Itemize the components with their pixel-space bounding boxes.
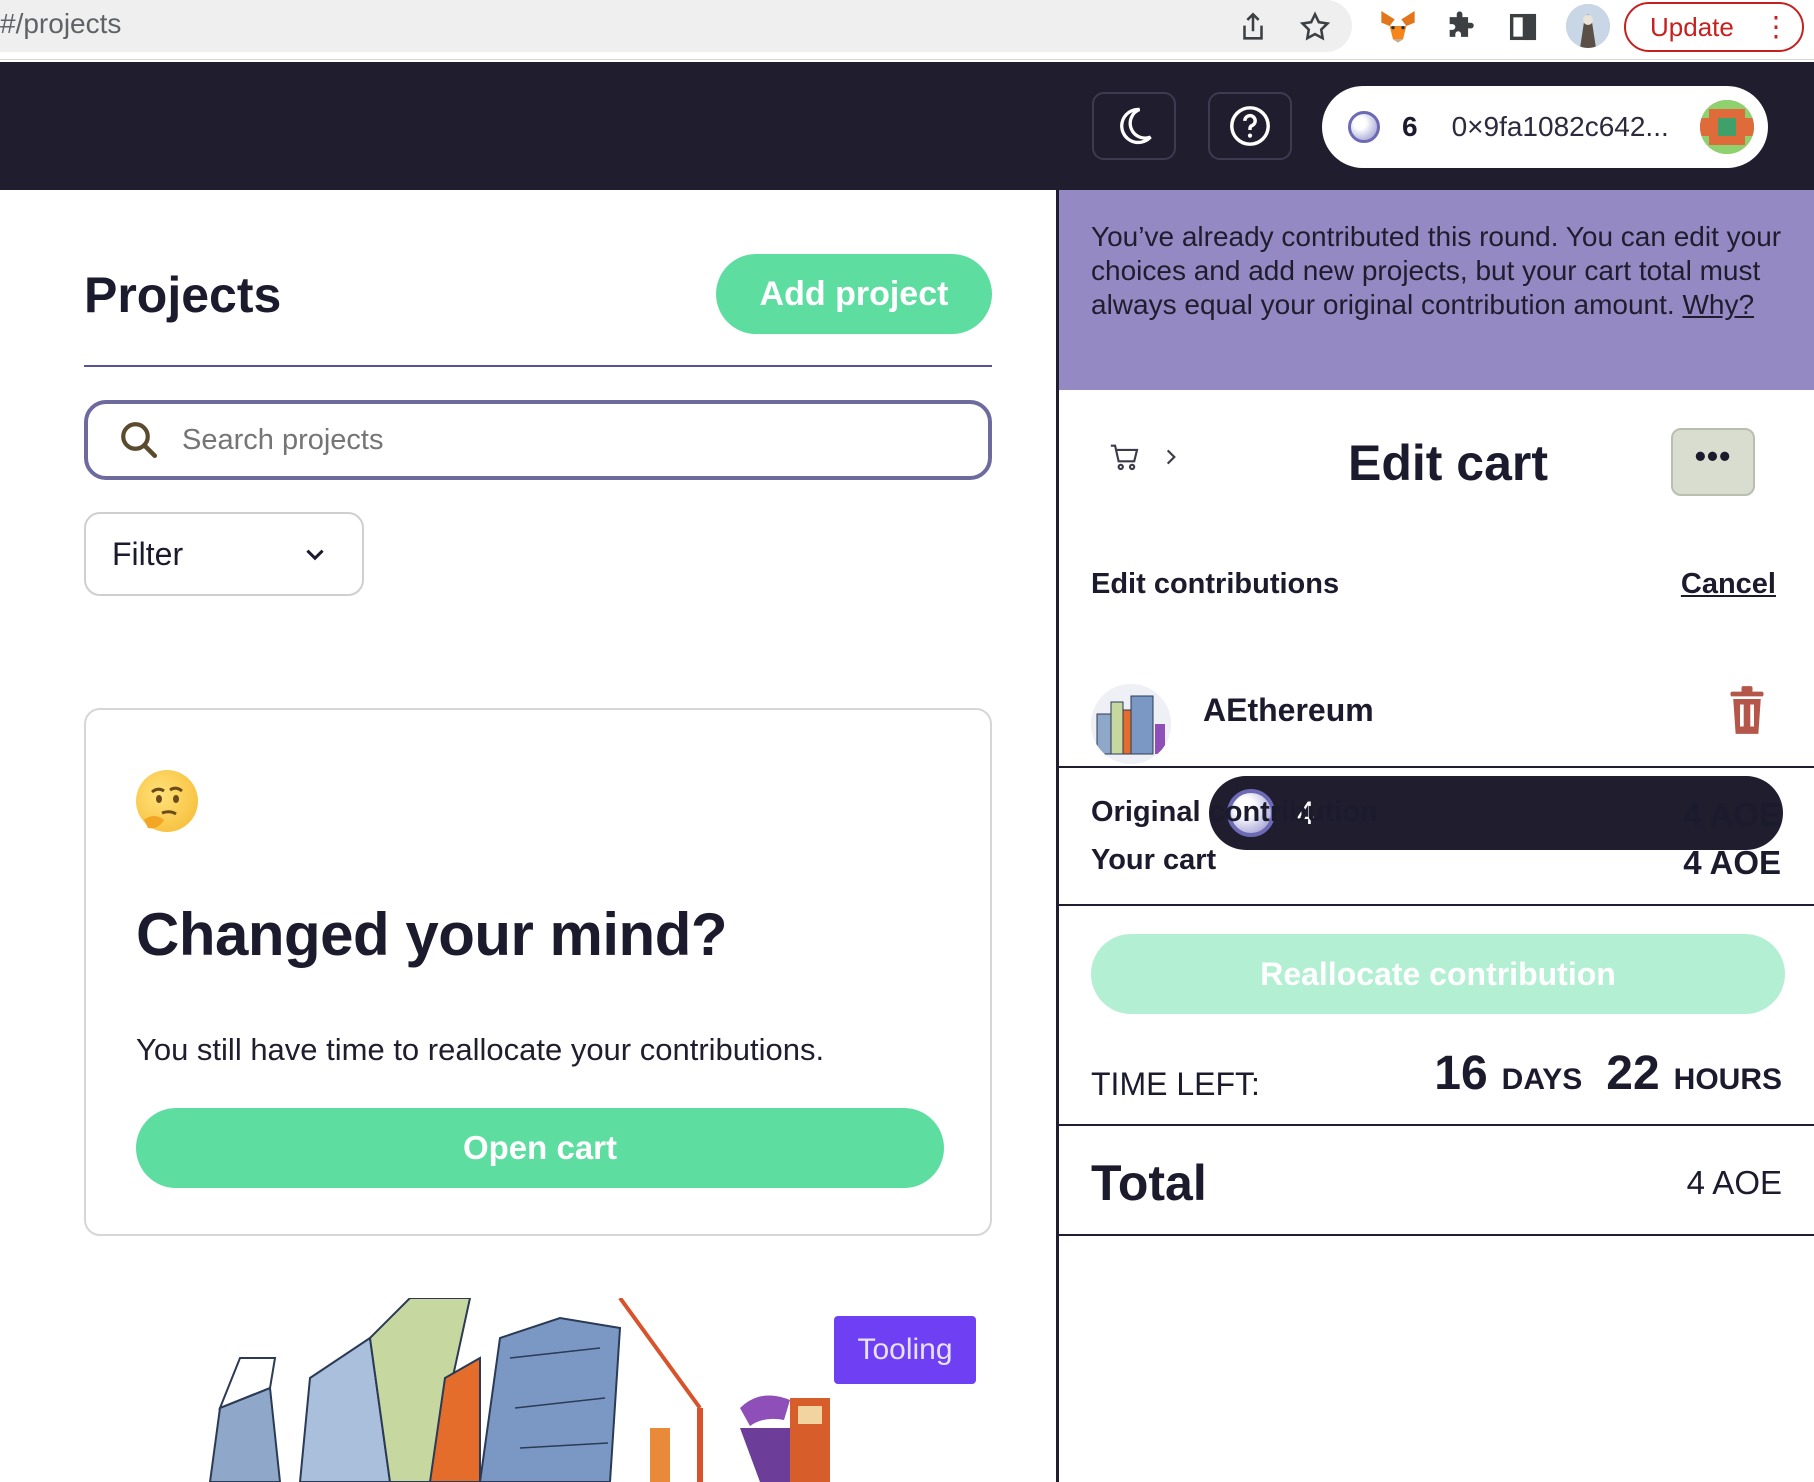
browser-update-button[interactable]: Update ⋮: [1624, 2, 1804, 52]
more-vert-icon: ⋮: [1762, 11, 1790, 42]
profile-avatar[interactable]: [1566, 4, 1610, 48]
divider: [1059, 1124, 1814, 1126]
bookmark-star-icon[interactable]: [1298, 10, 1332, 44]
wallet-address: 0×9fa1082c642...: [1451, 111, 1669, 142]
more-options-button[interactable]: •••: [1671, 428, 1755, 496]
cart-panel: You’ve already contributed this round. Y…: [1056, 190, 1814, 1482]
wallet-button[interactable]: 6 0×9fa1082c642...: [1322, 86, 1768, 168]
changed-mind-card: Changed your mind? You still have time t…: [84, 708, 992, 1236]
cart-item-name: AEthereum: [1203, 692, 1374, 728]
card-title: Changed your mind?: [136, 901, 728, 968]
notice-text: You’ve already contributed this round. Y…: [1091, 221, 1782, 320]
page-title: Projects: [84, 267, 282, 323]
token-icon: [1348, 111, 1380, 143]
your-cart-label: Your cart: [1091, 844, 1217, 876]
hours-unit: HOURS: [1673, 1063, 1782, 1096]
address-bar[interactable]: #/projects: [0, 0, 1352, 52]
filter-dropdown[interactable]: Filter: [84, 512, 364, 596]
browser-toolbar: #/projects Update ⋮: [0, 0, 1814, 60]
moon-icon: [1120, 107, 1152, 145]
wallet-balance: 6: [1402, 111, 1418, 142]
search-icon: [121, 422, 158, 459]
total-label: Total: [1091, 1155, 1207, 1211]
help-button[interactable]: [1208, 92, 1292, 160]
app-header: 6 0×9fa1082c642...: [0, 62, 1814, 190]
divider: [1059, 1234, 1814, 1236]
dark-mode-toggle[interactable]: [1092, 92, 1176, 160]
title-divider: [84, 365, 992, 367]
divider: [1059, 904, 1814, 906]
filter-label: Filter: [112, 535, 184, 572]
why-link[interactable]: Why?: [1682, 289, 1754, 320]
extensions-puzzle-icon[interactable]: [1444, 10, 1478, 44]
cancel-link[interactable]: Cancel: [1681, 568, 1776, 601]
time-left-countdown: 16 DAYS 22 HOURS: [1434, 1046, 1782, 1101]
edit-contributions-label: Edit contributions: [1091, 568, 1340, 600]
original-contribution-row: Original contribution 4 AOE: [1091, 796, 1781, 834]
total-value: 4 AOE: [1686, 1164, 1782, 1201]
your-cart-row: Your cart 4 AOE: [1091, 844, 1781, 882]
share-icon[interactable]: [1236, 10, 1270, 44]
thinking-face-icon: [136, 770, 198, 832]
search-field[interactable]: [84, 400, 992, 480]
chevron-down-icon: [306, 549, 324, 561]
original-contribution-value: 4 AOE: [1683, 796, 1781, 833]
trash-icon[interactable]: [1725, 684, 1769, 736]
search-input[interactable]: [182, 423, 882, 457]
divider: [1059, 766, 1814, 768]
original-contribution-label: Original contribution: [1091, 796, 1378, 828]
update-label: Update: [1650, 11, 1734, 42]
your-cart-value: 4 AOE: [1683, 844, 1781, 881]
days-value: 16: [1434, 1047, 1488, 1100]
question-circle-icon: [1230, 106, 1270, 146]
contribution-notice: You’ve already contributed this round. Y…: [1059, 190, 1814, 390]
category-badge: Tooling: [834, 1316, 976, 1384]
open-cart-button[interactable]: Open cart: [136, 1108, 944, 1188]
metamask-fox-icon[interactable]: [1378, 6, 1418, 46]
time-left-label: TIME LEFT:: [1091, 1066, 1260, 1102]
url-text[interactable]: #/projects: [0, 8, 121, 40]
days-unit: DAYS: [1501, 1063, 1583, 1096]
card-text: You still have time to reallocate your c…: [136, 1032, 825, 1067]
side-panel-icon[interactable]: [1506, 10, 1540, 44]
hours-value: 22: [1606, 1047, 1660, 1100]
wallet-avatar-icon: [1700, 100, 1754, 154]
reallocate-contribution-button[interactable]: Reallocate contribution: [1091, 934, 1785, 1014]
add-project-button[interactable]: Add project: [716, 254, 992, 334]
project-thumbnail: [1091, 684, 1171, 764]
